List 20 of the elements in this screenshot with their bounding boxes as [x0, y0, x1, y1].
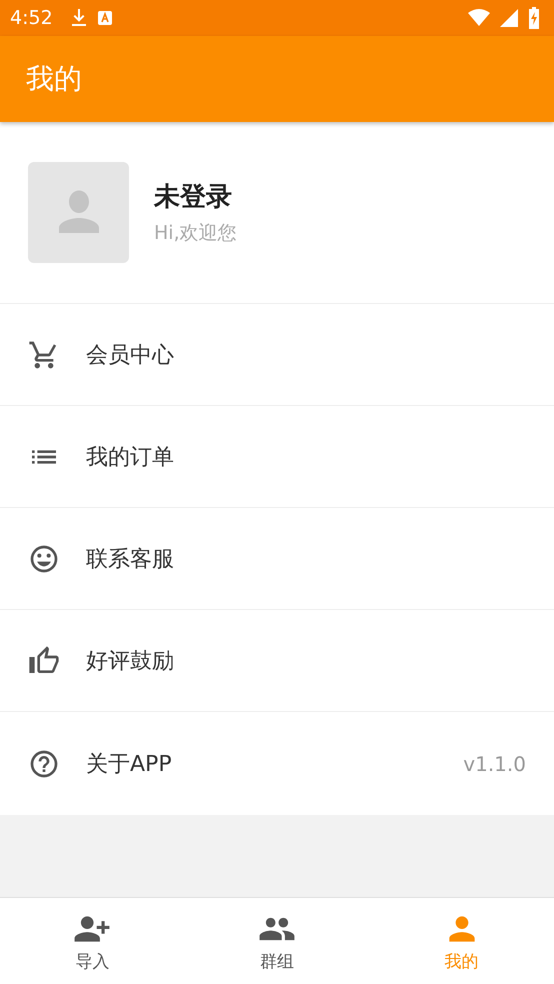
menu-item[interactable]: 联系客服: [0, 508, 554, 610]
signal-icon: [500, 9, 518, 27]
download-icon: [70, 9, 87, 27]
nav-tab[interactable]: 群组: [184, 898, 370, 984]
avatar[interactable]: [28, 162, 129, 263]
menu-item[interactable]: 会员中心: [0, 304, 554, 406]
nav-tab[interactable]: 导入: [0, 898, 185, 984]
menu-item[interactable]: 关于APP v1.1.0: [0, 712, 554, 815]
smiley-icon: [28, 542, 60, 574]
wifi-icon: [468, 9, 490, 27]
version-text: v1.1.0: [463, 752, 526, 776]
screen-title: 我的: [26, 61, 82, 97]
battery-icon: [528, 7, 540, 29]
status-time: 4:52: [10, 7, 53, 29]
greeting-text: Hi,欢迎您: [154, 221, 237, 246]
menu-item[interactable]: 好评鼓励: [0, 610, 554, 712]
menu-item[interactable]: 我的订单: [0, 406, 554, 508]
help-icon: [28, 748, 60, 780]
app-icon: [96, 10, 113, 26]
user-name: 未登录: [154, 181, 233, 214]
